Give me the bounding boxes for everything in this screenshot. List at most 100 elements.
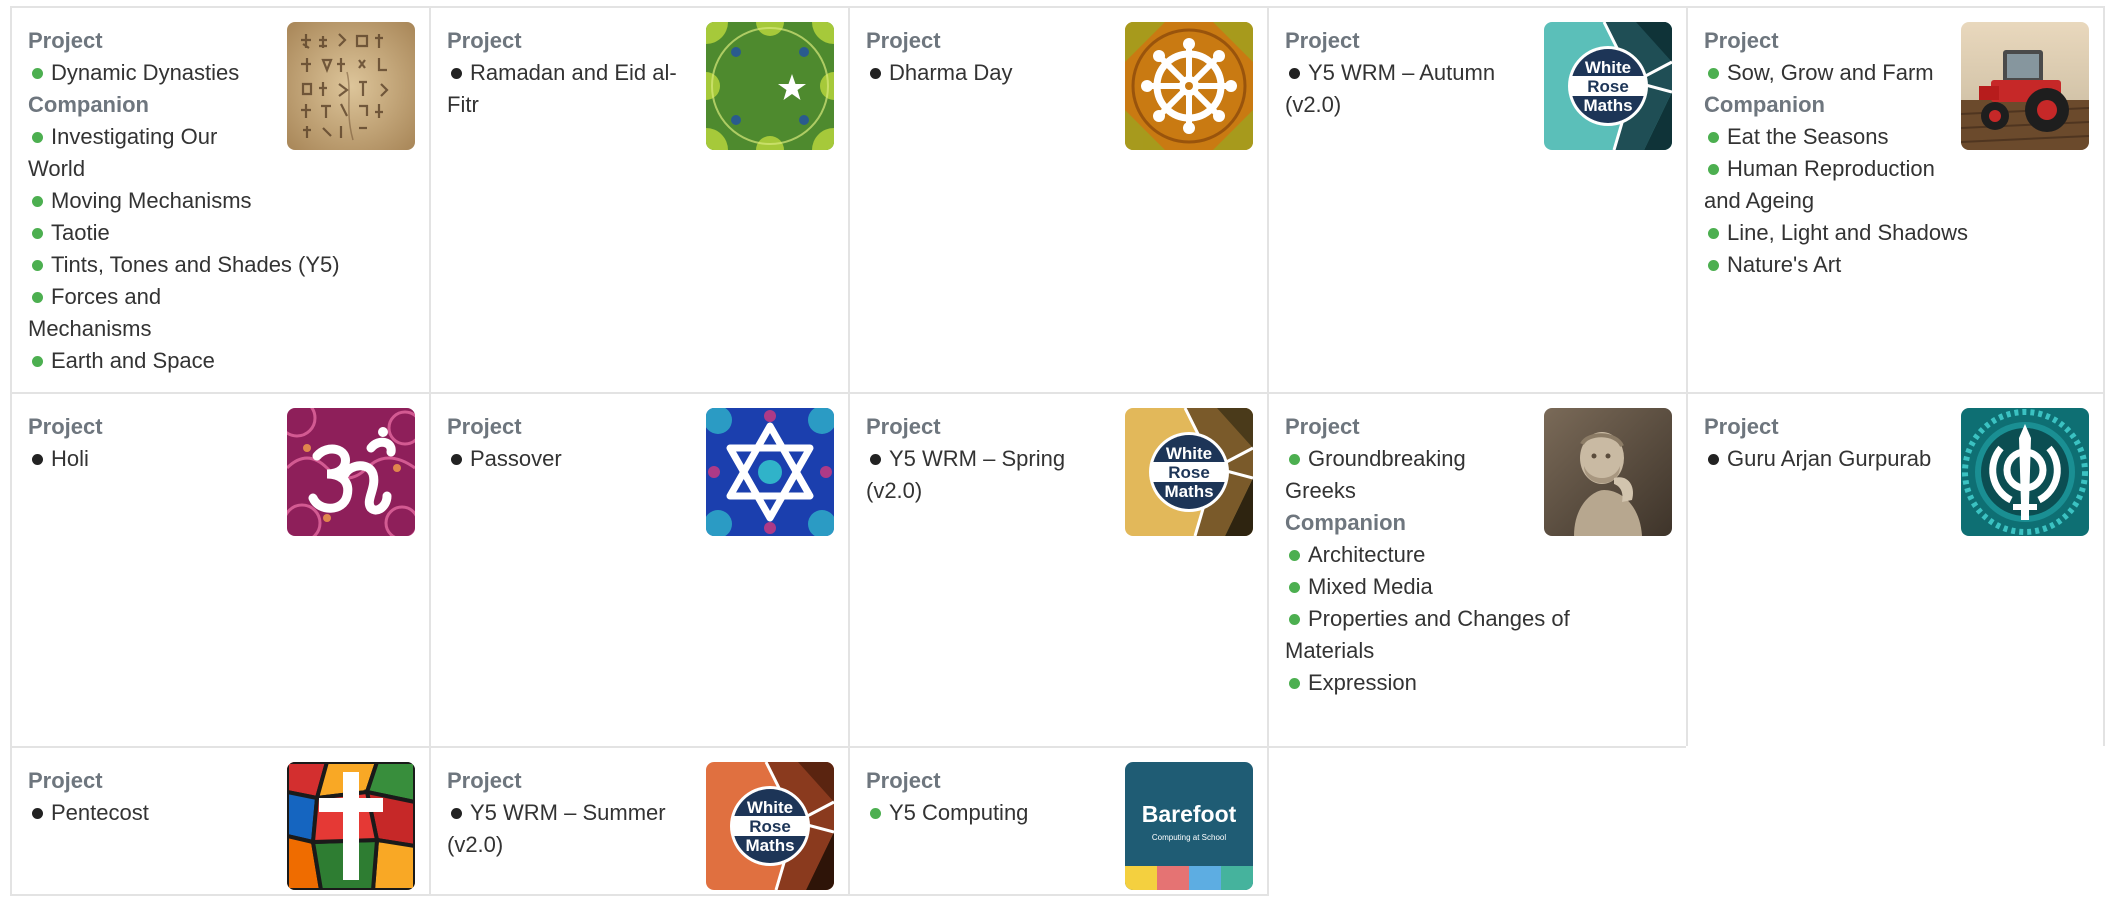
project-link[interactable]: Dynamic Dynasties: [28, 57, 278, 89]
companion-link[interactable]: Human Reproduction and Ageing: [1704, 153, 1954, 217]
project-card[interactable]: Project Y5 WRM – Summer (v2.0) White Ros…: [429, 746, 848, 896]
khanda-symbol-icon[interactable]: [1961, 408, 2089, 536]
white-rose-maths-logo-icon[interactable]: White Rose Maths: [1125, 408, 1253, 536]
svg-text:Rose: Rose: [749, 817, 791, 836]
status-dot-icon: [32, 355, 43, 367]
companion-link[interactable]: Investigating Our World: [28, 121, 278, 185]
status-dot-icon: [451, 807, 462, 819]
companion-link[interactable]: Properties and Changes of Materials: [1285, 603, 1595, 667]
svg-text:Maths: Maths: [1164, 482, 1213, 501]
status-dot-icon: [451, 67, 462, 79]
companion-link[interactable]: Nature's Art: [1704, 249, 1954, 281]
project-heading: Project: [866, 768, 941, 793]
project-heading: Project: [866, 414, 941, 439]
project-grid: Project Dynamic Dynasties Companion Inve…: [10, 6, 2105, 896]
status-dot-icon: [870, 67, 881, 79]
project-heading: Project: [1704, 414, 1779, 439]
project-card[interactable]: Project Sow, Grow and Farm Companion Eat…: [1686, 6, 2105, 392]
project-heading: Project: [866, 28, 941, 53]
white-rose-maths-logo-icon[interactable]: White Rose Maths: [1544, 22, 1672, 150]
project-link[interactable]: Pentecost: [28, 797, 278, 829]
status-dot-icon: [1708, 227, 1719, 239]
status-dot-icon: [32, 195, 43, 207]
status-dot-icon: [870, 807, 881, 819]
status-dot-icon: [32, 453, 43, 465]
status-dot-icon: [1708, 67, 1719, 79]
companion-link[interactable]: Architecture: [1285, 539, 1535, 571]
status-dot-icon: [32, 131, 43, 143]
companion-link[interactable]: Line, Light and Shadows: [1704, 217, 1968, 249]
project-link[interactable]: Sow, Grow and Farm: [1704, 57, 1954, 89]
svg-text:Rose: Rose: [1168, 463, 1210, 482]
project-link[interactable]: Ramadan and Eid al-Fitr: [447, 57, 697, 121]
project-card[interactable]: Project Guru Arjan Gurpurab: [1686, 392, 2105, 746]
project-link[interactable]: Passover: [447, 443, 697, 475]
project-heading: Project: [447, 28, 522, 53]
project-card[interactable]: Project Dharma Day: [848, 6, 1267, 392]
status-dot-icon: [1289, 67, 1300, 79]
svg-text:Rose: Rose: [1587, 77, 1629, 96]
project-card[interactable]: Project Groundbreaking Greeks Companion …: [1267, 392, 1686, 746]
project-link[interactable]: Holi: [28, 443, 278, 475]
companion-link[interactable]: Eat the Seasons: [1704, 121, 1954, 153]
om-symbol-icon[interactable]: [287, 408, 415, 536]
project-card[interactable]: Project Pentecost: [10, 746, 429, 896]
status-dot-icon: [451, 453, 462, 465]
tractor-photo-icon[interactable]: [1961, 22, 2089, 150]
companion-link[interactable]: Expression: [1285, 667, 1535, 699]
companion-link[interactable]: Mixed Media: [1285, 571, 1535, 603]
companion-heading: Companion: [28, 92, 149, 117]
project-card[interactable]: Project Passover: [429, 392, 848, 746]
project-card[interactable]: Project Holi: [10, 392, 429, 746]
svg-text:Maths: Maths: [745, 836, 794, 855]
companion-link[interactable]: Forces and Mechanisms: [28, 281, 278, 345]
status-dot-icon: [32, 291, 43, 303]
project-link[interactable]: Y5 WRM – Autumn (v2.0): [1285, 57, 1535, 121]
status-dot-icon: [1289, 581, 1300, 593]
project-heading: Project: [28, 28, 103, 53]
project-card[interactable]: Project Dynamic Dynasties Companion Inve…: [10, 6, 429, 392]
barefoot-logo-icon[interactable]: Barefoot Computing at School: [1125, 762, 1253, 890]
star-of-david-icon[interactable]: [706, 408, 834, 536]
companion-link[interactable]: Moving Mechanisms: [28, 185, 278, 217]
project-card[interactable]: Project Ramadan and Eid al-Fitr: [429, 6, 848, 392]
status-dot-icon: [32, 227, 43, 239]
white-rose-maths-logo-icon[interactable]: White Rose Maths: [706, 762, 834, 890]
companion-heading: Companion: [1285, 510, 1406, 535]
ancient-script-tablet-icon[interactable]: [287, 22, 415, 150]
project-link[interactable]: Y5 WRM – Spring (v2.0): [866, 443, 1116, 507]
crescent-star-icon[interactable]: [706, 22, 834, 150]
status-dot-icon: [1289, 549, 1300, 561]
status-dot-icon: [1289, 613, 1300, 625]
stained-glass-cross-icon[interactable]: [287, 762, 415, 890]
project-card[interactable]: Project Y5 Computing Barefoot Computing …: [848, 746, 1267, 896]
project-link[interactable]: Guru Arjan Gurpurab: [1704, 443, 1954, 475]
companion-link[interactable]: Taotie: [28, 217, 278, 249]
svg-text:White: White: [747, 798, 793, 817]
project-heading: Project: [28, 414, 103, 439]
companion-link[interactable]: Tints, Tones and Shades (Y5): [28, 249, 340, 281]
project-heading: Project: [28, 768, 103, 793]
project-link[interactable]: Y5 WRM – Summer (v2.0): [447, 797, 697, 861]
status-dot-icon: [1708, 131, 1719, 143]
project-heading: Project: [447, 414, 522, 439]
dharma-wheel-icon[interactable]: [1125, 22, 1253, 150]
project-card[interactable]: Project Y5 WRM – Autumn (v2.0) White Ros…: [1267, 6, 1686, 392]
status-dot-icon: [1708, 259, 1719, 271]
project-heading: Project: [1704, 28, 1779, 53]
empty-cell: [1267, 746, 1686, 896]
project-heading: Project: [447, 768, 522, 793]
greek-statue-photo-icon[interactable]: [1544, 408, 1672, 536]
status-dot-icon: [1708, 453, 1719, 465]
project-link[interactable]: Groundbreaking Greeks: [1285, 443, 1535, 507]
companion-heading: Companion: [1704, 92, 1825, 117]
status-dot-icon: [1289, 677, 1300, 689]
companion-link[interactable]: Earth and Space: [28, 345, 278, 377]
status-dot-icon: [32, 67, 43, 79]
status-dot-icon: [1289, 453, 1300, 465]
svg-text:Computing at School: Computing at School: [1152, 833, 1226, 842]
project-link[interactable]: Y5 Computing: [866, 797, 1116, 829]
project-card[interactable]: Project Y5 WRM – Spring (v2.0) White Ros…: [848, 392, 1267, 746]
svg-text:White: White: [1585, 58, 1631, 77]
project-link[interactable]: Dharma Day: [866, 57, 1116, 89]
